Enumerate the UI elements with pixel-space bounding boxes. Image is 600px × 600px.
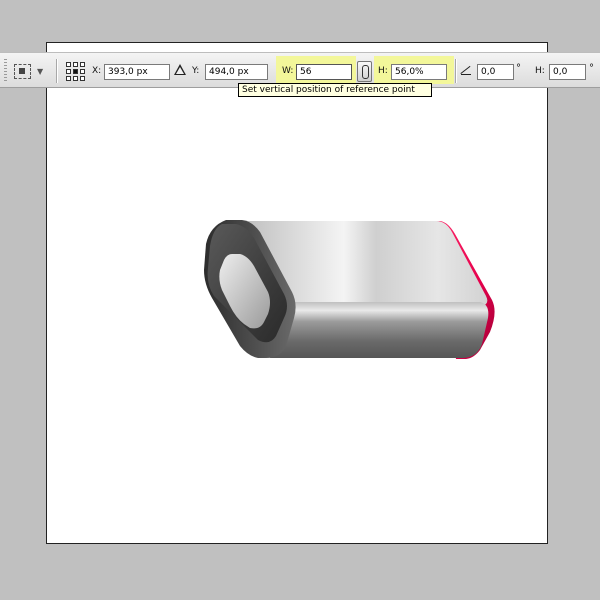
w-label: W: (282, 66, 294, 76)
delta-icon[interactable] (174, 64, 186, 75)
separator (455, 59, 456, 83)
x-label: X: (92, 66, 102, 76)
h-label: H: (378, 66, 388, 76)
degree-symbol: ° (589, 63, 594, 74)
tool-preset-icon (14, 63, 31, 79)
y-position-field[interactable]: 494,0 px (205, 64, 268, 80)
angle-icon (461, 66, 471, 75)
link-icon[interactable] (357, 61, 372, 82)
horizontal-skew-field[interactable]: 0,0 (549, 64, 586, 80)
x-position-field[interactable]: 393,0 px (104, 64, 170, 80)
tool-preset-picker[interactable]: ▼ (14, 61, 48, 81)
rotation-field[interactable]: 0,0 (477, 64, 514, 80)
width-field[interactable]: 56 (296, 64, 352, 80)
chevron-down-icon: ▼ (37, 66, 44, 76)
separator (56, 59, 57, 83)
battery-front-face (270, 302, 489, 358)
y-label: Y: (192, 66, 200, 76)
hskew-label: H: (535, 66, 545, 76)
reference-point-icon[interactable] (66, 62, 85, 81)
tooltip: Set vertical position of reference point (238, 83, 432, 97)
options-bar-grip[interactable] (4, 59, 7, 83)
degree-symbol: ° (516, 63, 521, 74)
height-field[interactable]: 56,0% (391, 64, 447, 80)
